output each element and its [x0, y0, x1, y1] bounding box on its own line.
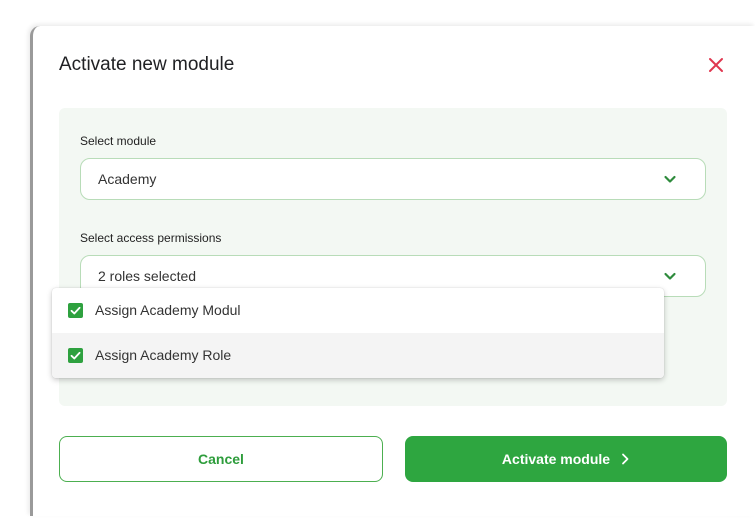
chevron-down-icon: [664, 175, 676, 183]
cancel-button-label: Cancel: [198, 451, 244, 467]
option-label: Assign Academy Role: [95, 347, 232, 363]
activate-button-label: Activate module: [501, 451, 611, 467]
chevron-down-icon: [664, 272, 676, 280]
permissions-dropdown: Assign Academy Modul Assign Academy Role: [52, 288, 664, 378]
checkbox-checked[interactable]: [68, 348, 83, 363]
activate-module-dialog: Activate new module Select module Academ…: [30, 26, 755, 516]
permissions-select-value: 2 roles selected: [98, 268, 197, 284]
close-icon: [709, 58, 723, 72]
module-select-value: Academy: [98, 171, 157, 187]
checkbox-checked[interactable]: [68, 303, 83, 318]
module-select[interactable]: Academy: [80, 158, 706, 200]
option-assign-academy-role[interactable]: Assign Academy Role: [52, 333, 664, 378]
dialog-title: Activate new module: [59, 54, 235, 75]
option-assign-academy-modul[interactable]: Assign Academy Modul: [52, 288, 664, 333]
chevron-right-icon: [622, 453, 629, 465]
checkmark-icon: [70, 351, 81, 360]
close-button[interactable]: [701, 50, 731, 80]
module-select-label: Select module: [80, 134, 157, 148]
permissions-select-label: Select access permissions: [80, 231, 222, 245]
activate-module-button[interactable]: Activate module: [405, 436, 727, 482]
checkmark-icon: [70, 306, 81, 315]
option-label: Assign Academy Modul: [95, 302, 241, 318]
cancel-button[interactable]: Cancel: [59, 436, 383, 482]
